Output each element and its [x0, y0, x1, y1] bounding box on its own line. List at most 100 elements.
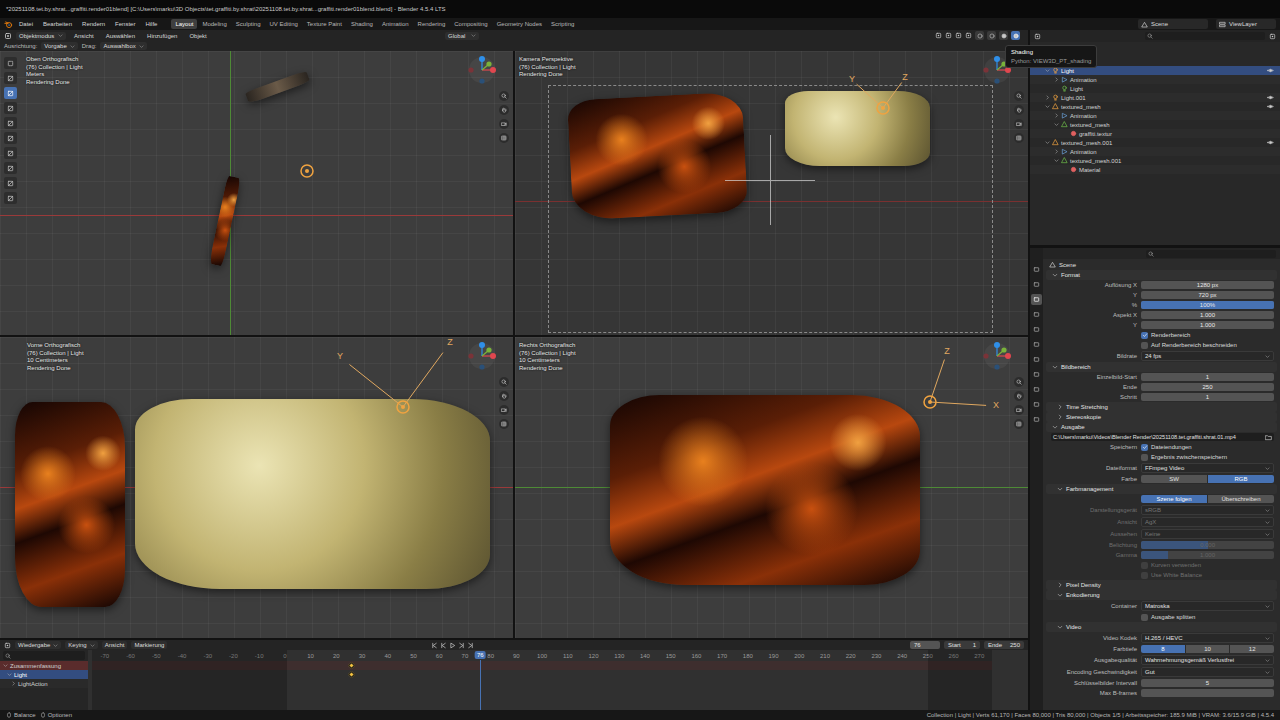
- outliner-row[interactable]: textured_mesh.001: [1030, 156, 1280, 165]
- checkbox[interactable]: Dateiendungen: [1141, 443, 1274, 451]
- panel-header[interactable]: Video: [1046, 622, 1277, 632]
- xray-icon[interactable]: [965, 32, 972, 39]
- tool-button[interactable]: [4, 132, 17, 144]
- panel-header[interactable]: Pixel Density: [1046, 580, 1277, 590]
- number-field[interactable]: 1280 px: [1141, 281, 1274, 289]
- view-layer-selector[interactable]: ViewLayer: [1216, 19, 1276, 29]
- mesh-object[interactable]: [610, 395, 920, 585]
- camera-view-button[interactable]: [1014, 119, 1024, 129]
- menu-item[interactable]: Fenster: [111, 20, 139, 28]
- mode-dropdown[interactable]: Objektmodus: [16, 32, 66, 40]
- chevron-right-icon[interactable]: [1054, 77, 1059, 82]
- workspace-tab[interactable]: Shading: [347, 19, 377, 29]
- number-field[interactable]: 1: [1141, 373, 1274, 381]
- chevron-right-icon[interactable]: [11, 681, 16, 686]
- dropdown[interactable]: AgX: [1141, 517, 1274, 527]
- zoom-button[interactable]: [499, 377, 509, 387]
- pan-button[interactable]: [1014, 391, 1024, 401]
- tool-button[interactable]: [4, 147, 17, 159]
- chevron-right-icon[interactable]: [1045, 95, 1050, 100]
- tool-button[interactable]: [4, 57, 17, 69]
- camera-view-button[interactable]: [499, 405, 509, 415]
- workspace-tab[interactable]: Compositing: [450, 19, 491, 29]
- slider-field[interactable]: 1.000: [1141, 551, 1274, 559]
- viewport-3d[interactable]: YZVorne Orthografisch(76) Collection | L…: [0, 337, 513, 638]
- chevron-down-icon[interactable]: [1052, 272, 1058, 278]
- properties-tab[interactable]: [1031, 294, 1042, 305]
- mesh-object[interactable]: [209, 176, 241, 267]
- playback-icon[interactable]: [467, 642, 474, 649]
- slider-field[interactable]: 100%: [1141, 301, 1274, 309]
- properties-tab[interactable]: [1031, 369, 1042, 380]
- header-menu[interactable]: Objekt: [185, 32, 210, 40]
- outliner-row[interactable]: Animation: [1030, 147, 1280, 156]
- folder-icon[interactable]: [1265, 434, 1272, 441]
- header-menu[interactable]: Ansicht: [70, 32, 98, 40]
- chevron-right-icon[interactable]: [1054, 149, 1059, 154]
- playback-icon[interactable]: [449, 642, 456, 649]
- axis-gizmo-icon[interactable]: [467, 341, 497, 371]
- viewport-3d[interactable]: ZXRechts Orthografisch(76) Collection | …: [515, 337, 1028, 638]
- chevron-down-icon[interactable]: [1054, 122, 1059, 127]
- properties-tab[interactable]: [1031, 414, 1042, 425]
- navigation-gizmo[interactable]: [982, 55, 1024, 143]
- slider-field[interactable]: 0.000: [1141, 541, 1274, 549]
- segment-button[interactable]: Szene folgen: [1141, 495, 1207, 503]
- scene-selector[interactable]: Scene: [1138, 19, 1208, 29]
- eye-icon[interactable]: [1267, 67, 1274, 74]
- number-field[interactable]: 1.000: [1141, 311, 1274, 319]
- shading-mode-button[interactable]: [975, 31, 984, 40]
- chevron-right-icon[interactable]: [1054, 113, 1059, 118]
- overlay-icon[interactable]: [955, 32, 962, 39]
- tool-button[interactable]: [4, 177, 17, 189]
- light-gizmo[interactable]: YZ: [803, 51, 963, 188]
- properties-tab[interactable]: [1031, 279, 1042, 290]
- visibility-icon[interactable]: [935, 32, 942, 39]
- chevron-down-icon[interactable]: [1052, 364, 1058, 370]
- properties-tab[interactable]: [1031, 324, 1042, 335]
- dropdown[interactable]: Wahrnehmungsgemäß Verlustfrei: [1141, 655, 1274, 665]
- light-gizmo[interactable]: YZ: [323, 337, 483, 487]
- playback-icon[interactable]: [440, 642, 447, 649]
- dropdown[interactable]: Matroska: [1141, 601, 1274, 611]
- mesh-object[interactable]: [245, 70, 310, 104]
- tool-button[interactable]: [4, 102, 17, 114]
- navigation-gizmo[interactable]: [467, 341, 509, 429]
- zoom-button[interactable]: [1014, 377, 1024, 387]
- navigation-gizmo[interactable]: [467, 55, 509, 143]
- properties-search[interactable]: [1146, 250, 1276, 258]
- shading-mode-button[interactable]: [1011, 31, 1020, 40]
- checkbox[interactable]: Auf Renderbereich beschneiden: [1141, 341, 1274, 349]
- mesh-object[interactable]: [135, 399, 490, 589]
- current-frame-field[interactable]: 76: [910, 641, 940, 649]
- end-frame-field[interactable]: Ende250: [984, 641, 1024, 649]
- segment-button[interactable]: 12: [1230, 645, 1274, 653]
- segment-button[interactable]: 8: [1141, 645, 1185, 653]
- header-menu[interactable]: Hinzufügen: [143, 32, 181, 40]
- timeline-menu[interactable]: Ansicht: [102, 641, 128, 649]
- checkbox[interactable]: Ausgabe splitten: [1141, 613, 1274, 621]
- axis-gizmo-icon[interactable]: [467, 55, 497, 85]
- chevron-down-icon[interactable]: [1057, 592, 1063, 598]
- workspace-tab[interactable]: Layout: [171, 19, 197, 29]
- gizmo-toggle-icon[interactable]: [945, 32, 952, 39]
- timeline-menu[interactable]: Wiedergabe: [15, 641, 61, 649]
- segment-button[interactable]: RGB: [1208, 475, 1274, 483]
- eye-icon[interactable]: [1267, 103, 1274, 110]
- editor-type-icon[interactable]: [4, 642, 11, 649]
- tool-setting-dropdown[interactable]: Vorgabe: [41, 42, 77, 50]
- number-field[interactable]: 250: [1141, 383, 1274, 391]
- panel-header[interactable]: Enkodierung: [1046, 590, 1277, 600]
- properties-tab[interactable]: [1031, 399, 1042, 410]
- mesh-object[interactable]: [15, 402, 125, 607]
- chevron-right-icon[interactable]: [1057, 582, 1063, 588]
- projection-button[interactable]: [499, 133, 509, 143]
- zoom-button[interactable]: [1014, 91, 1024, 101]
- panel-header[interactable]: Time Stretching: [1046, 402, 1277, 412]
- navigation-gizmo[interactable]: [982, 341, 1024, 429]
- editor-type-icon[interactable]: [1034, 33, 1041, 40]
- frame-ruler[interactable]: -70-60-50-40-30-20-100102030405060708090…: [92, 650, 992, 661]
- viewport-3d[interactable]: YZKamera Perspektive(76) Collection | Li…: [515, 51, 1028, 335]
- blender-logo-icon[interactable]: [4, 20, 13, 29]
- outliner-row[interactable]: textured_mesh.001: [1030, 138, 1280, 147]
